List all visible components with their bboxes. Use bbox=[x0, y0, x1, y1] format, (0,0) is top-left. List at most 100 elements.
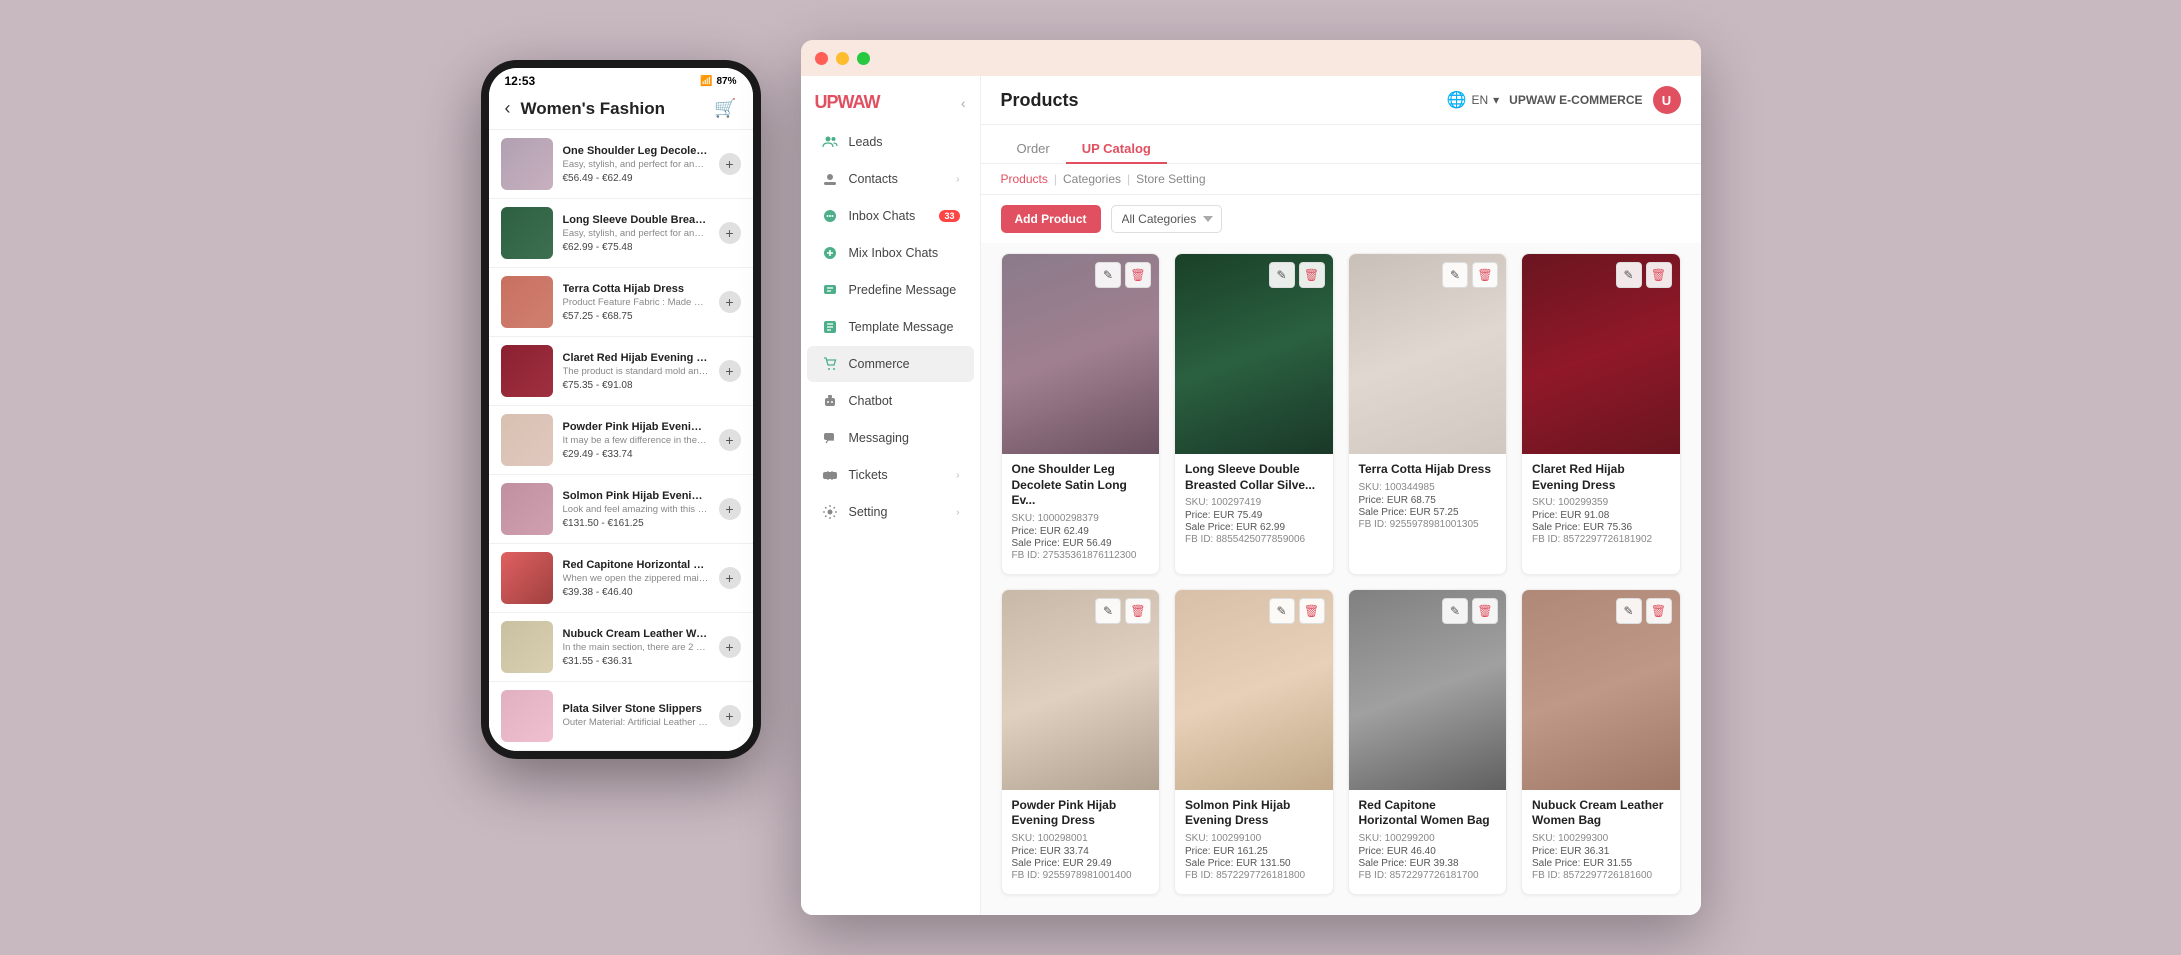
mobile-product-item[interactable]: Powder Pink Hijab Evening Dre... It may … bbox=[489, 406, 753, 475]
card-fb-id: FB ID: 8572297726181600 bbox=[1532, 870, 1670, 881]
category-select[interactable]: All CategoriesDressesBagsShoesAccessorie… bbox=[1111, 205, 1222, 233]
edit-product-button[interactable]: ✎ bbox=[1616, 262, 1642, 288]
arrow-icon: › bbox=[956, 470, 959, 481]
language-selector[interactable]: 🌐 EN ▾ bbox=[1447, 90, 1500, 110]
sidebar-item-chatbot[interactable]: Chatbot bbox=[807, 383, 974, 419]
card-body: Long Sleeve Double Breasted Collar Silve… bbox=[1175, 454, 1333, 553]
product-thumb-icon bbox=[501, 345, 553, 397]
sidebar-label-setting: Setting bbox=[849, 505, 947, 519]
product-add-button[interactable]: + bbox=[719, 291, 741, 313]
delete-product-button[interactable]: 🗑 bbox=[1299, 262, 1325, 288]
sub-tab-products[interactable]: Products bbox=[1001, 172, 1048, 186]
cart-icon[interactable]: 🛒 bbox=[714, 98, 736, 119]
edit-product-button[interactable]: ✎ bbox=[1269, 598, 1295, 624]
sidebar-item-commerce[interactable]: Commerce bbox=[807, 346, 974, 382]
product-add-button[interactable]: + bbox=[719, 636, 741, 658]
delete-product-button[interactable]: 🗑 bbox=[1472, 262, 1498, 288]
chat-icon bbox=[821, 207, 839, 225]
card-price: Price: EUR 161.25 bbox=[1185, 846, 1323, 857]
card-price: Price: EUR 68.75 bbox=[1359, 495, 1497, 506]
card-image-wrap: ✎ 🗑 bbox=[1175, 254, 1333, 454]
mobile-product-item[interactable]: Red Capitone Horizontal Wom... When we o… bbox=[489, 544, 753, 613]
add-product-button[interactable]: Add Product bbox=[1001, 205, 1101, 233]
edit-product-button[interactable]: ✎ bbox=[1095, 598, 1121, 624]
sidebar-item-mix-inbox-chats[interactable]: Mix Inbox Chats bbox=[807, 235, 974, 271]
product-thumb-icon bbox=[501, 552, 553, 604]
card-sku: SKU: 100299359 bbox=[1532, 497, 1670, 508]
delete-product-button[interactable]: 🗑 bbox=[1125, 598, 1151, 624]
product-price: €62.99 - €75.48 bbox=[563, 242, 709, 253]
product-add-button[interactable]: + bbox=[719, 429, 741, 451]
card-image-wrap: ✎ 🗑 bbox=[1349, 590, 1507, 790]
mobile-product-item[interactable]: Claret Red Hijab Evening Dress The produ… bbox=[489, 337, 753, 406]
product-name: Plata Silver Stone Slippers bbox=[563, 702, 709, 716]
tab-up-catalog[interactable]: UP Catalog bbox=[1066, 135, 1167, 164]
edit-product-button[interactable]: ✎ bbox=[1269, 262, 1295, 288]
mobile-product-item[interactable]: One Shoulder Leg Decolete S... Easy, sty… bbox=[489, 130, 753, 199]
card-body: Solmon Pink Hijab Evening Dress SKU: 100… bbox=[1175, 790, 1333, 889]
sub-tab-categories[interactable]: Categories bbox=[1063, 172, 1121, 186]
ticket-icon bbox=[821, 466, 839, 484]
titlebar-minimize-btn[interactable] bbox=[836, 52, 849, 65]
edit-product-button[interactable]: ✎ bbox=[1095, 262, 1121, 288]
sidebar-item-contacts[interactable]: Contacts› bbox=[807, 161, 974, 197]
phone-status-icons: 📶 87% bbox=[700, 76, 736, 87]
sidebar-collapse-btn[interactable]: ‹ bbox=[961, 95, 966, 111]
mobile-product-item[interactable]: Terra Cotta Hijab Dress Product Feature … bbox=[489, 268, 753, 337]
phone-time: 12:53 bbox=[505, 74, 536, 88]
sidebar-item-inbox-chats[interactable]: Inbox Chats33 bbox=[807, 198, 974, 234]
sidebar-item-template-message[interactable]: Template Message bbox=[807, 309, 974, 345]
product-add-button[interactable]: + bbox=[719, 567, 741, 589]
sub-tab-store-setting[interactable]: Store Setting bbox=[1136, 172, 1205, 186]
product-info: Red Capitone Horizontal Wom... When we o… bbox=[563, 558, 709, 599]
card-actions: ✎ 🗑 bbox=[1616, 598, 1672, 624]
titlebar-maximize-btn[interactable] bbox=[857, 52, 870, 65]
card-sale-price: Sale Price: EUR 131.50 bbox=[1185, 858, 1323, 869]
back-button[interactable]: ‹ bbox=[505, 98, 511, 119]
product-add-button[interactable]: + bbox=[719, 153, 741, 175]
card-sku: SKU: 100297419 bbox=[1185, 497, 1323, 508]
delete-product-button[interactable]: 🗑 bbox=[1646, 262, 1672, 288]
mobile-product-item[interactable]: Plata Silver Stone Slippers Outer Materi… bbox=[489, 682, 753, 751]
delete-product-button[interactable]: 🗑 bbox=[1472, 598, 1498, 624]
product-info: Solmon Pink Hijab Evening Dre... Look an… bbox=[563, 489, 709, 530]
main-page-title: Products bbox=[1001, 90, 1079, 111]
delete-product-button[interactable]: 🗑 bbox=[1299, 598, 1325, 624]
sidebar-item-tickets[interactable]: Tickets› bbox=[807, 457, 974, 493]
sub-tab-separator: | bbox=[1127, 172, 1130, 186]
sidebar-item-leads[interactable]: Leads bbox=[807, 124, 974, 160]
titlebar-close-btn[interactable] bbox=[815, 52, 828, 65]
card-sale-price: Sale Price: EUR 62.99 bbox=[1185, 522, 1323, 533]
product-card: ✎ 🗑 Terra Cotta Hijab Dress SKU: 1003449… bbox=[1348, 253, 1508, 575]
edit-product-button[interactable]: ✎ bbox=[1616, 598, 1642, 624]
arrow-icon: › bbox=[956, 507, 959, 518]
card-sale-price: Sale Price: EUR 31.55 bbox=[1532, 858, 1670, 869]
mobile-product-item[interactable]: Solmon Pink Hijab Evening Dre... Look an… bbox=[489, 475, 753, 544]
card-fb-id: FB ID: 27535361876112300 bbox=[1012, 550, 1150, 561]
sidebar-item-predefine-message[interactable]: Predefine Message bbox=[807, 272, 974, 308]
product-add-button[interactable]: + bbox=[719, 705, 741, 727]
edit-product-button[interactable]: ✎ bbox=[1442, 598, 1468, 624]
user-avatar[interactable]: U bbox=[1653, 86, 1681, 114]
sidebar-label-leads: Leads bbox=[849, 135, 960, 149]
sidebar-item-setting[interactable]: Setting › bbox=[807, 494, 974, 530]
mobile-product-item[interactable]: Nubuck Cream Leather Women... In the mai… bbox=[489, 613, 753, 682]
product-add-button[interactable]: + bbox=[719, 498, 741, 520]
tab-order[interactable]: Order bbox=[1001, 135, 1066, 164]
product-add-button[interactable]: + bbox=[719, 222, 741, 244]
top-tabs: OrderUP Catalog bbox=[981, 125, 1701, 164]
product-thumbnail bbox=[501, 138, 553, 190]
delete-product-button[interactable]: 🗑 bbox=[1646, 598, 1672, 624]
desktop-app: UPWAW ‹ LeadsContacts›Inbox Chats33Mix I… bbox=[801, 40, 1701, 915]
edit-product-button[interactable]: ✎ bbox=[1442, 262, 1468, 288]
card-body: Claret Red Hijab Evening Dress SKU: 1002… bbox=[1522, 454, 1680, 553]
product-thumbnail bbox=[501, 552, 553, 604]
product-desc: Look and feel amazing with this ver... bbox=[563, 504, 709, 516]
mobile-product-item[interactable]: Long Sleeve Double Breasted... Easy, sty… bbox=[489, 199, 753, 268]
card-product-name: Nubuck Cream Leather Women Bag bbox=[1532, 798, 1670, 829]
sidebar-label-mix-inbox-chats: Mix Inbox Chats bbox=[849, 246, 960, 260]
sidebar-item-messaging[interactable]: Messaging bbox=[807, 420, 974, 456]
delete-product-button[interactable]: 🗑 bbox=[1125, 262, 1151, 288]
product-add-button[interactable]: + bbox=[719, 360, 741, 382]
card-price: Price: EUR 46.40 bbox=[1359, 846, 1497, 857]
